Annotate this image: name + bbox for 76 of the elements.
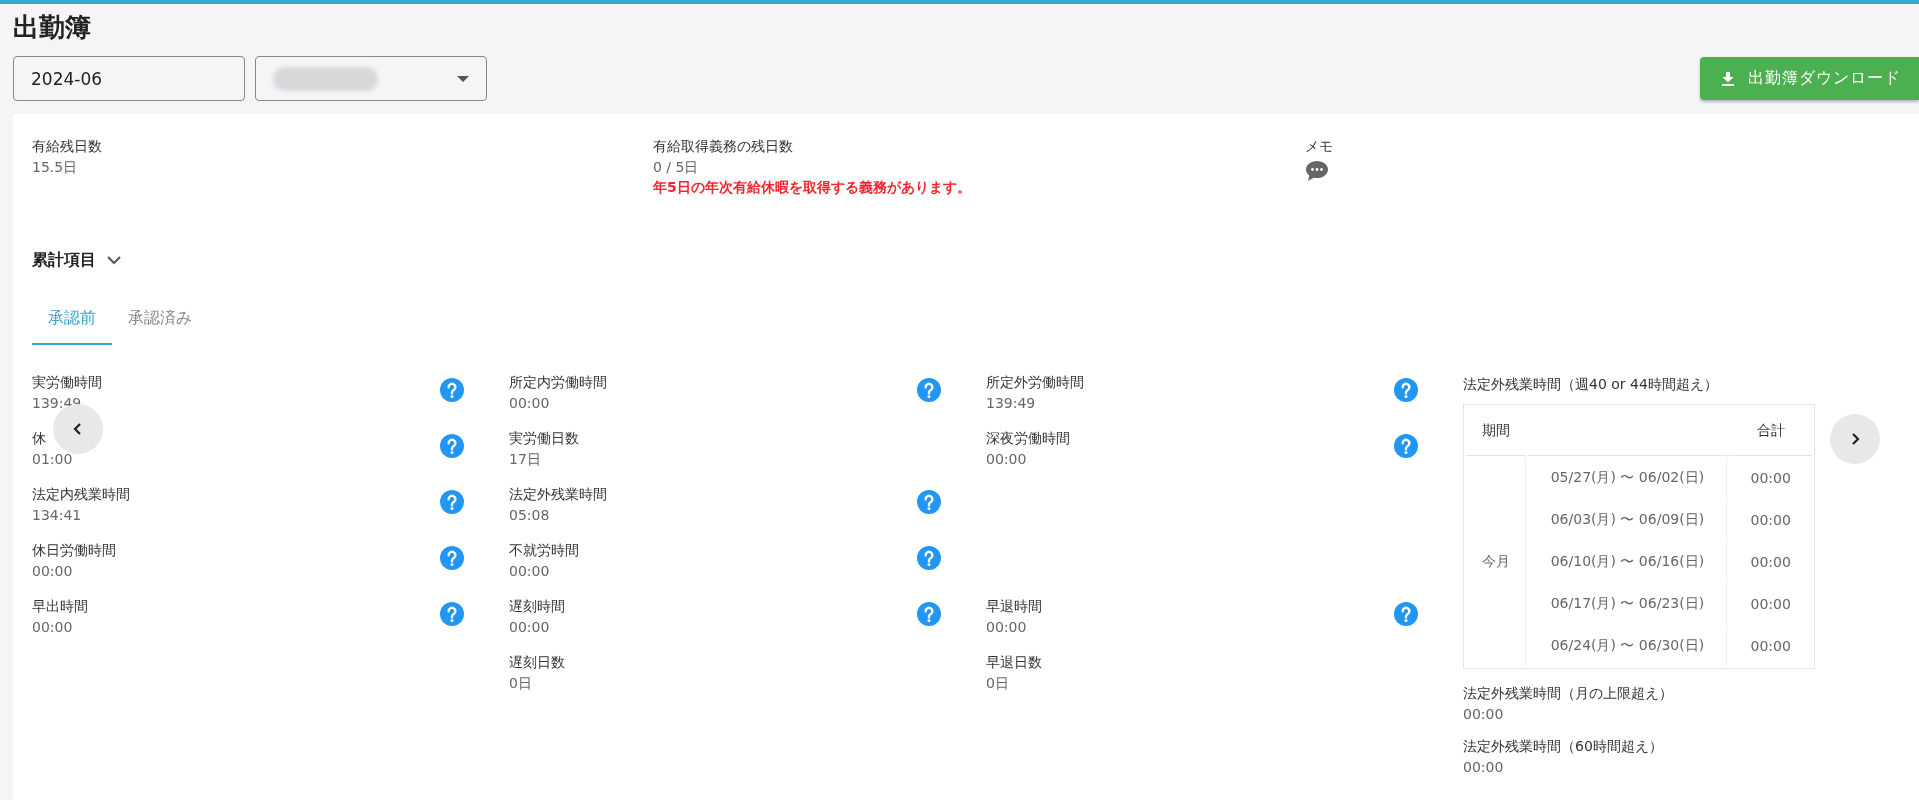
stat-label: 所定内労働時間: [509, 374, 607, 392]
help-icon[interactable]: [440, 490, 464, 514]
summary-value: 0 / 5日: [653, 159, 700, 177]
table-cell: 06/24(月) 〜 06/30(日): [1528, 626, 1728, 666]
section-title: 累計項目: [32, 249, 96, 271]
stat-label: 不就労時間: [509, 542, 579, 560]
dropdown-caret-icon: [457, 75, 469, 82]
stat-label: 実労働日数: [509, 430, 579, 448]
help-icon[interactable]: [1394, 378, 1418, 402]
help-icon[interactable]: [440, 378, 464, 402]
help-icon[interactable]: [917, 490, 941, 514]
stat-label: 遅刻時間: [509, 598, 565, 616]
stat-label: 遅刻日数: [509, 654, 565, 672]
tab[interactable]: 承認前: [32, 300, 112, 345]
table-cell: 06/10(月) 〜 06/16(日): [1528, 542, 1728, 582]
warning-text: 年5日の年次有給休暇を取得する義務があります。: [653, 179, 972, 197]
stat-label: 法定外残業時間（60時間超え）: [1463, 738, 1664, 756]
help-icon[interactable]: [440, 434, 464, 458]
download-button[interactable]: 出勤簿ダウンロード: [1700, 57, 1919, 100]
summary-label: 有給取得義務の残日数: [653, 138, 794, 156]
stat-value: 0日: [509, 675, 533, 693]
table-cell-text: 00:00: [1749, 637, 1792, 656]
stat-label: 実労働時間: [32, 374, 102, 392]
stat-value: 00:00: [1463, 759, 1505, 775]
stat-value: 17日: [509, 451, 542, 469]
stat-value: 00:00: [1463, 706, 1505, 722]
table-cell: 今月: [1466, 458, 1527, 666]
download-icon: [1722, 71, 1734, 86]
column-header: 合計: [1729, 407, 1812, 456]
table-cell-text: 00:00: [1749, 553, 1792, 572]
column-header: 期間: [1466, 407, 1527, 456]
stat-value: 00:00: [986, 451, 1028, 467]
help-icon[interactable]: [1394, 434, 1418, 458]
help-icon[interactable]: [917, 602, 941, 626]
employee-select[interactable]: [255, 56, 487, 101]
table-cell-text: 00:00: [1749, 469, 1792, 488]
help-icon[interactable]: [440, 546, 464, 570]
stat-label: 法定外残業時間: [509, 486, 607, 504]
stat-label: 休日労働時間: [32, 542, 116, 560]
table-cell: 06/03(月) 〜 06/09(日): [1528, 500, 1728, 540]
page-title: 出勤簿: [13, 11, 91, 44]
speech-bubble-icon[interactable]: [1305, 160, 1329, 182]
stat-label: 休: [32, 430, 47, 448]
table-cell-text: 00:00: [1749, 511, 1792, 530]
help-icon[interactable]: [917, 546, 941, 570]
table-cell-text: 00:00: [1749, 595, 1792, 614]
stat-label: 早退時間: [986, 598, 1042, 616]
table-cell: 06/17(月) 〜 06/23(日): [1528, 584, 1728, 624]
stat-value: 00:00: [509, 395, 551, 411]
stat-value: 05:08: [509, 507, 551, 523]
overtime-title: 法定外残業時間（週40 or 44時間超え）: [1463, 376, 1719, 394]
stat-value: 00:00: [32, 619, 74, 635]
stat-value: 00:00: [509, 619, 551, 635]
stat-label: 法定外残業時間（月の上限超え）: [1463, 685, 1674, 703]
stat-label: 早退日数: [986, 654, 1042, 672]
stat-label: 早出時間: [32, 598, 88, 616]
table-cell: 05/27(月) 〜 06/02(日): [1528, 458, 1728, 498]
summary-label: メモ: [1305, 138, 1334, 156]
stat-value: 00:00: [32, 563, 74, 579]
chevron-down-icon[interactable]: [106, 255, 122, 265]
stat-value: 00:00: [986, 619, 1028, 635]
summary-value: 15.5日: [32, 159, 79, 177]
stat-value: 139:49: [986, 395, 1037, 411]
help-icon[interactable]: [440, 602, 464, 626]
stat-label: 所定外労働時間: [986, 374, 1084, 392]
help-icon[interactable]: [1394, 602, 1418, 626]
stat-value: 0日: [986, 675, 1010, 693]
stat-value: 01:00: [32, 451, 73, 467]
tab[interactable]: 承認済み: [112, 300, 208, 345]
stat-label: 深夜労働時間: [986, 430, 1070, 448]
stat-value: 134:41: [32, 507, 83, 523]
stat-value: 00:00: [509, 563, 551, 579]
stat-label: 法定内残業時間: [32, 486, 130, 504]
summary-label: 有給残日数: [32, 138, 103, 156]
month-field[interactable]: 2024-06: [13, 56, 245, 101]
help-icon[interactable]: [917, 378, 941, 402]
